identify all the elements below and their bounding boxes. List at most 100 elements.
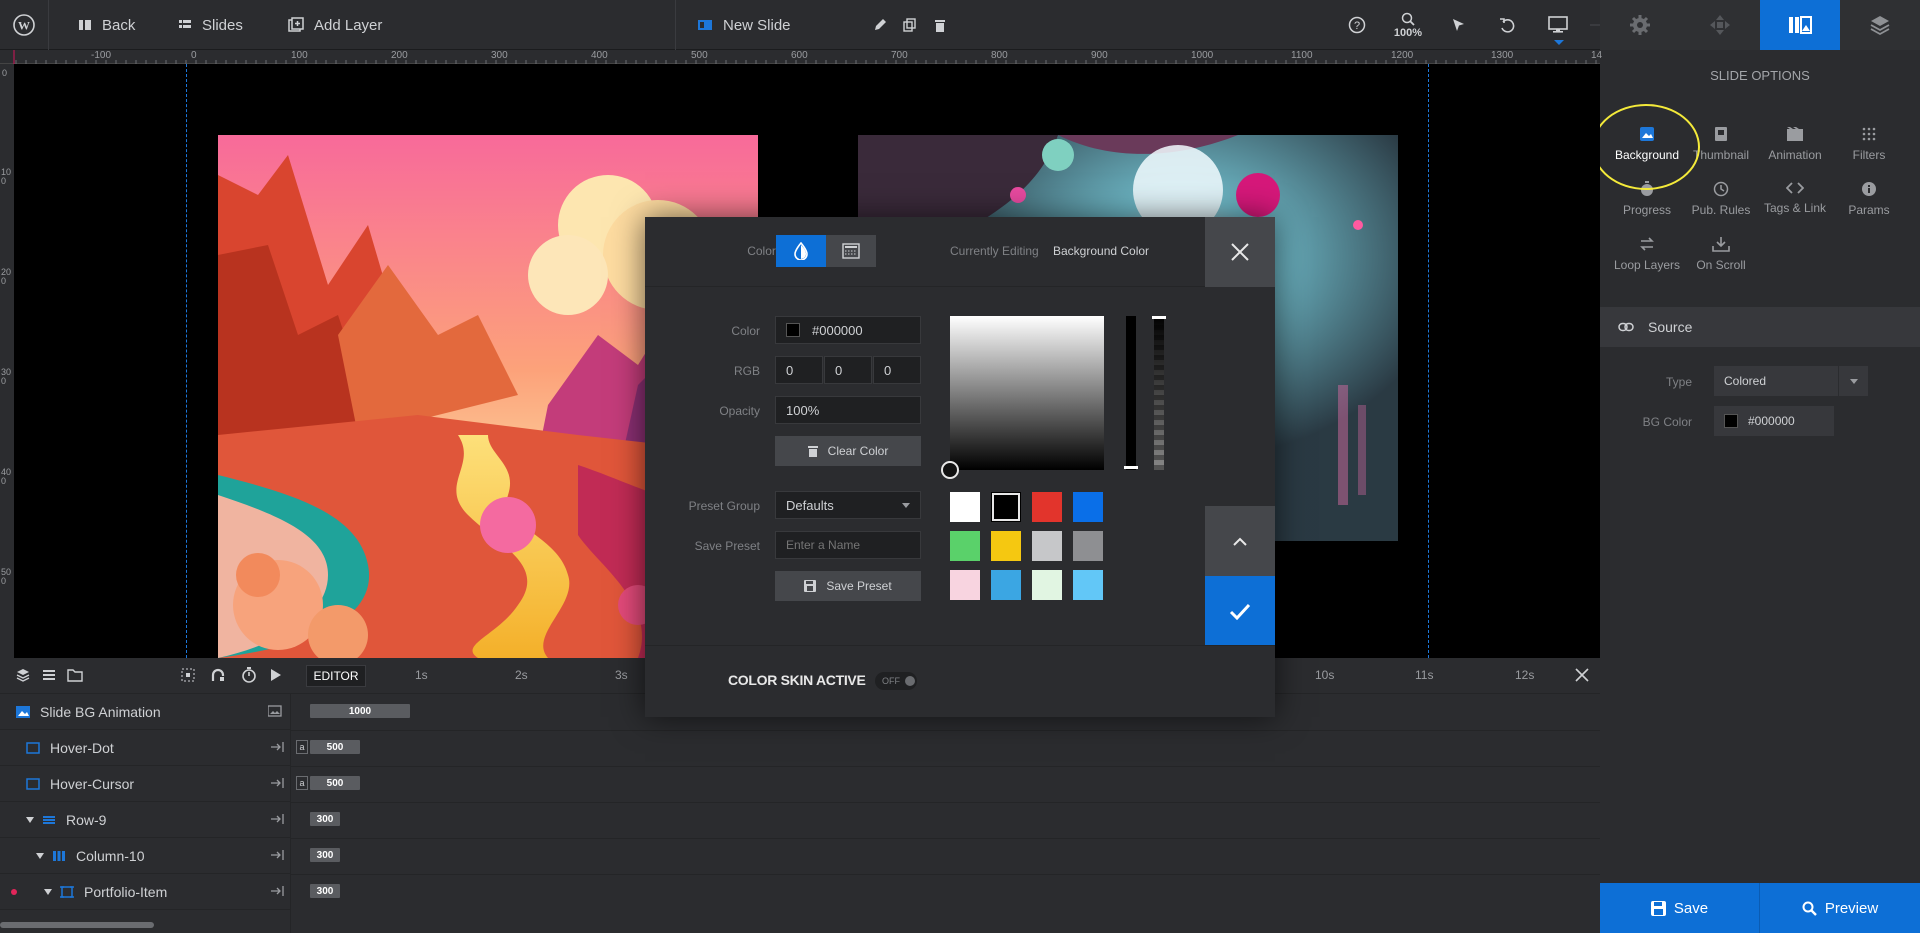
align-right-icon: [270, 885, 284, 897]
hex-color-input[interactable]: #000000: [775, 316, 921, 344]
chevron-down-icon: [902, 503, 910, 508]
color-swatch[interactable]: [1073, 570, 1103, 600]
hue-slider[interactable]: [1124, 316, 1138, 470]
option-loop-layers[interactable]: Loop Layers: [1610, 236, 1684, 272]
color-preview-swatch: [786, 323, 800, 337]
confirm-button[interactable]: [1205, 576, 1275, 646]
opacity-slider[interactable]: [1152, 316, 1166, 470]
gradient-color-button[interactable]: [826, 235, 876, 267]
solid-color-button[interactable]: [776, 235, 826, 267]
magnet-icon[interactable]: [211, 668, 225, 682]
preset-name-input[interactable]: [775, 531, 921, 559]
preset-group-select[interactable]: Defaults: [775, 491, 921, 519]
opacity-handle[interactable]: [1152, 316, 1166, 319]
row-icon: [42, 814, 56, 826]
list-icon[interactable]: [42, 668, 56, 682]
pointer-icon[interactable]: [1446, 13, 1470, 37]
close-icon[interactable]: [1575, 668, 1589, 682]
layer-row-hover-cursor[interactable]: Hover-Cursor: [0, 766, 290, 802]
color-swatch[interactable]: [950, 570, 980, 600]
help-icon[interactable]: ?: [1345, 13, 1369, 37]
tab-layers[interactable]: [1840, 0, 1920, 50]
layer-row-column-10[interactable]: Column-10: [0, 838, 290, 874]
zoom-control[interactable]: 100%: [1393, 12, 1423, 42]
option-on-scroll[interactable]: On Scroll: [1684, 236, 1758, 272]
color-swatch[interactable]: [950, 531, 980, 561]
search-icon: [1802, 901, 1817, 916]
guide-right: [1428, 64, 1429, 658]
timeline-bar[interactable]: 500: [310, 776, 360, 790]
color-swatch[interactable]: [991, 492, 1021, 522]
color-swatch[interactable]: [1073, 492, 1103, 522]
tab-navigation[interactable]: [1680, 0, 1760, 50]
modal-close-button[interactable]: [1205, 217, 1275, 287]
edit-icon[interactable]: [868, 13, 892, 37]
back-button[interactable]: Back: [78, 0, 135, 50]
caret-down-icon[interactable]: [26, 816, 34, 823]
horizontal-scrollbar[interactable]: [0, 922, 154, 928]
option-pub-rules[interactable]: Pub. Rules: [1684, 181, 1758, 217]
trash-icon[interactable]: [928, 13, 952, 37]
desktop-view-icon[interactable]: [1546, 13, 1570, 37]
timeline-bar[interactable]: 300: [310, 884, 340, 898]
timeline-bar[interactable]: 500: [310, 740, 360, 754]
slide-name-button[interactable]: New Slide: [697, 0, 791, 50]
color-skin-toggle[interactable]: OFF: [875, 672, 917, 690]
svg-text:?: ?: [1354, 20, 1360, 32]
tab-slide-options[interactable]: [1760, 0, 1840, 50]
chevron-down-icon: [1838, 366, 1868, 396]
opacity-input[interactable]: 100%: [775, 396, 921, 424]
bg-color-field[interactable]: #000000: [1714, 406, 1834, 436]
option-params[interactable]: Params: [1832, 181, 1906, 217]
color-swatch[interactable]: [1032, 570, 1062, 600]
slides-button[interactable]: Slides: [178, 0, 243, 50]
layers-stack-icon[interactable]: [16, 668, 30, 682]
wordpress-icon[interactable]: W: [12, 13, 36, 37]
layers-icon: [1869, 14, 1891, 36]
select-area-icon[interactable]: [181, 668, 195, 682]
timeline-bar[interactable]: 1000: [310, 704, 410, 718]
blue-input[interactable]: 0: [873, 356, 921, 384]
play-icon[interactable]: [270, 668, 282, 682]
layer-row-row-9[interactable]: Row-9: [0, 802, 290, 838]
option-filters[interactable]: Filters: [1832, 126, 1906, 162]
source-section-header[interactable]: Source: [1600, 307, 1920, 347]
currently-editing-value: Background Color: [1053, 244, 1150, 258]
color-swatch[interactable]: [950, 492, 980, 522]
type-select[interactable]: Colored: [1714, 366, 1868, 396]
add-layer-button[interactable]: Add Layer: [288, 0, 382, 50]
layer-row-slide-bg[interactable]: Slide BG Animation: [0, 694, 290, 730]
duplicate-icon[interactable]: [898, 13, 922, 37]
red-input[interactable]: 0: [775, 356, 823, 384]
color-swatch[interactable]: [991, 531, 1021, 561]
color-swatch[interactable]: [1032, 492, 1062, 522]
color-handle[interactable]: [941, 461, 959, 479]
color-swatch[interactable]: [1032, 531, 1062, 561]
hue-handle[interactable]: [1124, 466, 1138, 469]
color-swatch[interactable]: [991, 570, 1021, 600]
caret-down-icon[interactable]: [36, 852, 44, 859]
clock-icon: [1684, 181, 1758, 197]
timeline-bar[interactable]: 300: [310, 848, 340, 862]
saturation-picker[interactable]: [941, 316, 1104, 479]
layer-row-hover-dot[interactable]: Hover-Dot: [0, 730, 290, 766]
align-right-icon: [270, 777, 284, 789]
save-preset-button[interactable]: Save Preset: [775, 571, 921, 601]
caret-down-icon[interactable]: [44, 888, 52, 895]
color-swatch[interactable]: [1073, 531, 1103, 561]
editor-label[interactable]: EDITOR: [306, 665, 366, 687]
tab-settings[interactable]: [1600, 0, 1680, 50]
timer-icon[interactable]: [241, 667, 257, 683]
save-button[interactable]: Save: [1600, 883, 1760, 933]
preview-button[interactable]: Preview: [1760, 883, 1920, 933]
clear-color-button[interactable]: Clear Color: [775, 436, 921, 466]
undo-icon[interactable]: [1495, 13, 1519, 37]
layer-row-portfolio-item[interactable]: Portfolio-Item: [0, 874, 290, 910]
top-ruler: -100 0 100 200 300 400 500 600 700 800 9…: [0, 50, 1602, 64]
option-tags-link[interactable]: Tags & Link: [1758, 181, 1832, 215]
option-animation[interactable]: Animation: [1758, 126, 1832, 162]
timeline-bar[interactable]: 300: [310, 812, 340, 826]
folder-icon[interactable]: [67, 668, 83, 682]
green-input[interactable]: 0: [824, 356, 872, 384]
collapse-button[interactable]: [1205, 506, 1275, 576]
